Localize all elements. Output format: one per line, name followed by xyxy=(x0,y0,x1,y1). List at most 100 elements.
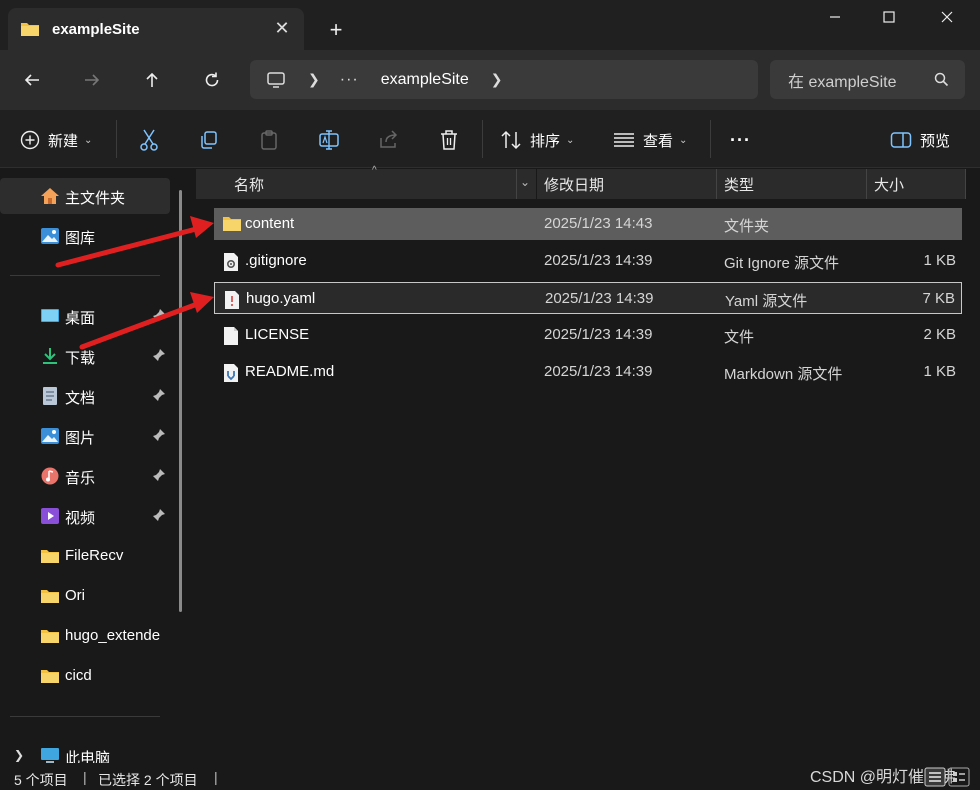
sidebar-item-label: FileRecv xyxy=(65,547,124,564)
up-button[interactable] xyxy=(136,64,168,96)
column-size-label: 大小 xyxy=(874,176,905,194)
file-row-license[interactable]: LICENSE 2025/1/23 14:39 文件 2 KB xyxy=(214,319,962,351)
column-header-size[interactable]: 大小 xyxy=(867,169,965,199)
maximize-button[interactable] xyxy=(862,0,916,34)
pin-icon[interactable] xyxy=(152,388,166,402)
status-separator: | xyxy=(83,769,87,785)
sidebar-item-filerecv[interactable]: FileRecv xyxy=(0,538,170,574)
paste-button[interactable] xyxy=(255,126,283,154)
search-box[interactable]: 在 exampleSite xyxy=(770,60,965,99)
details-view-icon[interactable] xyxy=(924,767,946,787)
sidebar-item-hugo-extended[interactable]: hugo_extende xyxy=(0,618,170,654)
share-icon xyxy=(380,130,398,148)
rename-button[interactable] xyxy=(315,126,343,154)
title-bar: exampleSite ✕ + xyxy=(0,0,980,50)
pin-icon[interactable] xyxy=(152,428,166,442)
sidebar-item-gallery[interactable]: 图库 xyxy=(0,218,170,254)
tiles-view-icon[interactable] xyxy=(948,767,970,787)
plus-circle-icon xyxy=(20,130,40,150)
desktop-icon xyxy=(41,309,59,322)
sidebar-item-ori[interactable]: Ori xyxy=(0,578,170,614)
toolbar-divider xyxy=(710,120,711,158)
yaml-file-icon xyxy=(225,291,239,309)
sidebar-item-documents[interactable]: 文档 xyxy=(0,378,170,414)
toolbar-divider xyxy=(482,120,483,158)
chevron-down-icon[interactable]: ⌄ xyxy=(520,175,530,189)
file-type: 文件 xyxy=(724,329,755,346)
breadcrumb-overflow[interactable]: ··· xyxy=(340,71,359,89)
tab-examplesite[interactable]: exampleSite ✕ xyxy=(8,8,304,50)
file-row-readme[interactable]: README.md 2025/1/23 14:39 Markdown 源文件 1… xyxy=(214,356,962,388)
selection-count: 已选择 2 个项目 xyxy=(98,772,198,788)
sidebar-divider xyxy=(10,275,160,276)
breadcrumb-examplesite[interactable]: exampleSite xyxy=(381,71,469,89)
column-header-date[interactable]: 修改日期 xyxy=(537,169,717,199)
new-tab-button[interactable]: + xyxy=(322,16,350,44)
column-separator[interactable] xyxy=(516,169,517,199)
preview-button[interactable]: 预览 xyxy=(890,126,950,154)
refresh-button[interactable] xyxy=(196,64,228,96)
new-button[interactable]: 新建 ⌄ xyxy=(20,126,92,154)
back-button[interactable] xyxy=(16,64,48,96)
monitor-icon xyxy=(267,71,285,88)
sidebar-item-desktop[interactable]: 桌面 xyxy=(0,298,170,334)
column-date-label: 修改日期 xyxy=(544,176,605,194)
sidebar-item-label: 文档 xyxy=(65,390,96,407)
sidebar-item-label: 主文件夹 xyxy=(65,190,126,207)
tab-title: exampleSite xyxy=(52,20,140,38)
view-button[interactable]: 查看 ⌄ xyxy=(613,126,687,154)
cut-button[interactable] xyxy=(135,126,163,154)
sort-button[interactable]: 排序 ⌄ xyxy=(500,126,574,154)
pin-icon[interactable] xyxy=(152,468,166,482)
address-bar[interactable]: ❯ ··· exampleSite ❯ xyxy=(250,60,758,99)
search-input[interactable]: 在 exampleSite xyxy=(788,68,897,92)
view-list-icon xyxy=(614,133,634,147)
chevron-right-icon[interactable]: ❯ xyxy=(491,71,503,88)
trash-icon xyxy=(441,130,457,150)
sidebar-item-cicd[interactable]: cicd xyxy=(0,658,170,694)
minimize-button[interactable] xyxy=(808,0,862,34)
file-name: .gitignore xyxy=(245,252,307,269)
chevron-right-icon[interactable]: ❯ xyxy=(308,71,320,88)
file-type: Git Ignore 源文件 xyxy=(724,255,840,272)
copy-button[interactable] xyxy=(195,126,223,154)
file-size: 1 KB xyxy=(923,363,956,380)
download-icon xyxy=(43,348,57,364)
file-row-hugo-yaml[interactable]: hugo.yaml 2025/1/23 14:39 Yaml 源文件 7 KB xyxy=(214,282,962,314)
column-separator[interactable] xyxy=(965,169,966,199)
column-header-name[interactable]: 名称 ^ ⌄ xyxy=(196,165,536,199)
sidebar-scrollbar[interactable] xyxy=(179,190,182,612)
folder-icon xyxy=(223,217,241,231)
sidebar-item-label: cicd xyxy=(65,667,92,684)
close-tab-icon[interactable]: ✕ xyxy=(272,18,292,38)
sidebar-item-music[interactable]: 音乐 xyxy=(0,458,170,494)
sidebar-item-downloads[interactable]: 下载 xyxy=(0,338,170,374)
share-button[interactable] xyxy=(375,126,403,154)
sidebar-item-this-pc[interactable]: ❯ 此电脑 xyxy=(0,738,170,763)
markdown-file-icon xyxy=(224,364,238,382)
sidebar-item-pictures[interactable]: 图片 xyxy=(0,418,170,454)
sidebar-item-videos[interactable]: 视频 xyxy=(0,498,170,534)
sort-icon xyxy=(501,130,521,150)
toolbar-divider xyxy=(116,120,117,158)
sidebar-item-label: 图片 xyxy=(65,430,96,447)
file-row-gitignore[interactable]: .gitignore 2025/1/23 14:39 Git Ignore 源文… xyxy=(214,245,962,277)
column-header-type[interactable]: 类型 xyxy=(717,169,867,199)
forward-button[interactable] xyxy=(76,64,108,96)
column-name-label: 名称 xyxy=(234,176,265,194)
search-icon xyxy=(934,72,949,87)
file-row-content[interactable]: content 2025/1/23 14:43 文件夹 xyxy=(214,208,962,240)
pin-icon[interactable] xyxy=(152,508,166,522)
pin-icon[interactable] xyxy=(152,348,166,362)
refresh-icon xyxy=(205,72,219,87)
music-icon xyxy=(41,467,59,485)
sidebar-item-label: 音乐 xyxy=(65,470,96,487)
pin-icon[interactable] xyxy=(152,308,166,322)
close-window-button[interactable] xyxy=(920,0,974,34)
sidebar-item-home[interactable]: 主文件夹 xyxy=(0,178,170,214)
delete-button[interactable] xyxy=(435,126,463,154)
chevron-right-icon[interactable]: ❯ xyxy=(14,748,24,762)
more-button[interactable]: ··· xyxy=(730,126,751,154)
file-name: README.md xyxy=(245,363,335,380)
navigation-bar: ❯ ··· exampleSite ❯ 在 exampleSite xyxy=(0,50,980,110)
